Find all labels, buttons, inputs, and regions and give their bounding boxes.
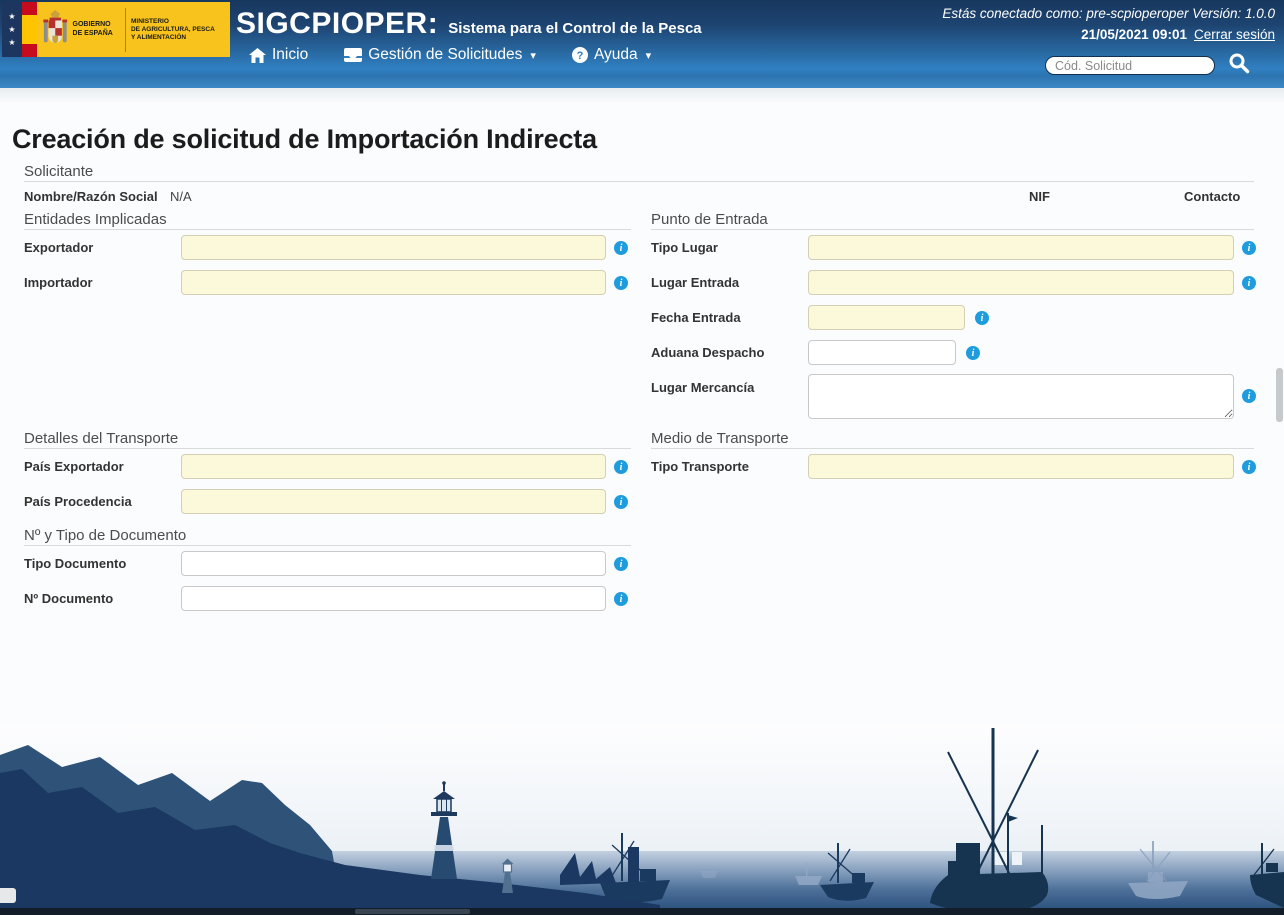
harbor-silhouette-illustration xyxy=(0,725,1284,908)
header-shadow xyxy=(0,88,1284,104)
app-title-block: SIGCPIOPER: Sistema para el Control de l… xyxy=(236,7,702,41)
pais-exportador-label: País Exportador xyxy=(24,459,124,474)
section-medio-transporte: Medio de Transporte xyxy=(651,430,789,447)
section-solicitante: Solicitante xyxy=(24,163,94,180)
num-documento-input[interactable] xyxy=(181,586,606,611)
fecha-entrada-input[interactable] xyxy=(808,305,965,330)
divider xyxy=(651,448,1254,449)
star-icon: ★ xyxy=(8,24,16,34)
info-icon[interactable]: i xyxy=(614,592,628,606)
search-button[interactable] xyxy=(1227,52,1251,76)
page-title: Creación de solicitud de Importación Ind… xyxy=(12,124,597,154)
nombre-razon-social-value: N/A xyxy=(170,189,192,204)
info-icon[interactable]: i xyxy=(966,346,980,360)
ministerio-text: MINISTERIO DE AGRICULTURA, PESCA Y ALIME… xyxy=(130,17,215,41)
nav-item-ayuda[interactable]: ? Ayuda ▾ xyxy=(571,46,652,64)
info-icon[interactable]: i xyxy=(1242,276,1256,290)
chevron-down-icon: ▾ xyxy=(645,49,652,62)
exportador-input[interactable] xyxy=(181,235,606,260)
logo-stars-strip: ★ ★ ★ xyxy=(2,2,22,57)
aduana-despacho-label: Aduana Despacho xyxy=(651,345,765,360)
pais-exportador-input[interactable] xyxy=(181,454,606,479)
tipo-documento-label: Tipo Documento xyxy=(24,556,127,571)
main-nav: Inicio Gestión de Solicitudes ▾ ? Ayuda … xyxy=(249,46,651,64)
pais-procedencia-input[interactable] xyxy=(181,489,606,514)
info-icon[interactable]: i xyxy=(614,495,628,509)
session-info: Estás conectado como: pre-scpioperoper V… xyxy=(942,6,1275,21)
horizontal-scrollbar-thumb[interactable] xyxy=(355,909,470,914)
home-icon xyxy=(249,47,266,63)
help-icon: ? xyxy=(571,47,588,63)
lugar-entrada-label: Lugar Entrada xyxy=(651,275,740,290)
gobierno-text: GOBIERNO DE ESPAÑA xyxy=(72,21,113,37)
importador-input[interactable] xyxy=(181,270,606,295)
tipo-documento-input[interactable] xyxy=(181,551,606,576)
info-icon[interactable]: i xyxy=(614,276,628,290)
nombre-razon-social-label: Nombre/Razón Social xyxy=(24,189,158,204)
star-icon: ★ xyxy=(8,37,16,47)
search-input[interactable] xyxy=(1045,56,1215,75)
bottom-left-artifact xyxy=(0,888,16,903)
search-icon xyxy=(1229,53,1250,74)
fecha-entrada-label: Fecha Entrada xyxy=(651,310,741,325)
importador-label: Importador xyxy=(24,275,93,290)
divider xyxy=(24,229,631,230)
tipo-lugar-label: Tipo Lugar xyxy=(651,240,718,255)
contacto-label: Contacto xyxy=(1184,189,1241,204)
nav-item-inicio[interactable]: Inicio xyxy=(249,46,308,64)
logout-link[interactable]: Cerrar sesión xyxy=(1194,27,1275,42)
info-icon[interactable]: i xyxy=(614,460,628,474)
divider xyxy=(24,545,631,546)
logo-divider xyxy=(125,7,126,52)
pais-procedencia-label: País Procedencia xyxy=(24,494,132,509)
nav-item-gestion-solicitudes[interactable]: Gestión de Solicitudes ▾ xyxy=(344,46,536,64)
tipo-transporte-label: Tipo Transporte xyxy=(651,459,749,474)
inbox-icon xyxy=(344,48,363,62)
info-icon[interactable]: i xyxy=(1242,389,1256,403)
spain-flag-icon xyxy=(22,2,37,58)
section-documento: Nº y Tipo de Documento xyxy=(24,527,187,544)
app-title: SIGCPIOPER: xyxy=(236,7,439,40)
horizontal-scrollbar-track[interactable] xyxy=(0,908,1284,915)
gobierno-espana-logo[interactable]: ★ ★ ★ GOBIERNO DE ESPAÑA MINISTERIO DE A… xyxy=(2,2,230,58)
tipo-lugar-input[interactable] xyxy=(808,235,1234,260)
exportador-label: Exportador xyxy=(24,240,94,255)
divider xyxy=(24,181,1254,182)
chevron-down-icon: ▾ xyxy=(530,49,536,62)
section-entidades-implicadas: Entidades Implicadas xyxy=(24,211,167,228)
coat-of-arms-icon xyxy=(43,9,68,43)
info-icon[interactable]: i xyxy=(1242,241,1256,255)
star-icon: ★ xyxy=(8,11,16,21)
num-documento-label: Nº Documento xyxy=(24,591,114,606)
info-icon[interactable]: i xyxy=(975,311,989,325)
lugar-mercancia-label: Lugar Mercancía xyxy=(651,380,755,395)
vertical-scrollbar-thumb[interactable] xyxy=(1276,368,1283,422)
lugar-entrada-input[interactable] xyxy=(808,270,1234,295)
session-datetime: 21/05/2021 09:01 xyxy=(1081,27,1187,42)
info-icon[interactable]: i xyxy=(614,557,628,571)
tipo-transporte-input[interactable] xyxy=(808,454,1234,479)
svg-text:?: ? xyxy=(577,50,584,62)
divider xyxy=(24,448,631,449)
app-header: ★ ★ ★ GOBIERNO DE ESPAÑA MINISTERIO DE A… xyxy=(0,0,1284,88)
info-icon[interactable]: i xyxy=(1242,460,1256,474)
section-punto-entrada: Punto de Entrada xyxy=(651,211,768,228)
app-subtitle: Sistema para el Control de la Pesca xyxy=(448,20,702,37)
section-detalles-transporte: Detalles del Transporte xyxy=(24,430,179,447)
ministry-logo-plate: GOBIERNO DE ESPAÑA MINISTERIO DE AGRICUL… xyxy=(37,2,230,57)
aduana-despacho-input[interactable] xyxy=(808,340,956,365)
divider xyxy=(651,229,1254,230)
lugar-mercancia-textarea[interactable] xyxy=(808,374,1234,419)
info-icon[interactable]: i xyxy=(614,241,628,255)
nif-label: NIF xyxy=(1029,189,1050,204)
